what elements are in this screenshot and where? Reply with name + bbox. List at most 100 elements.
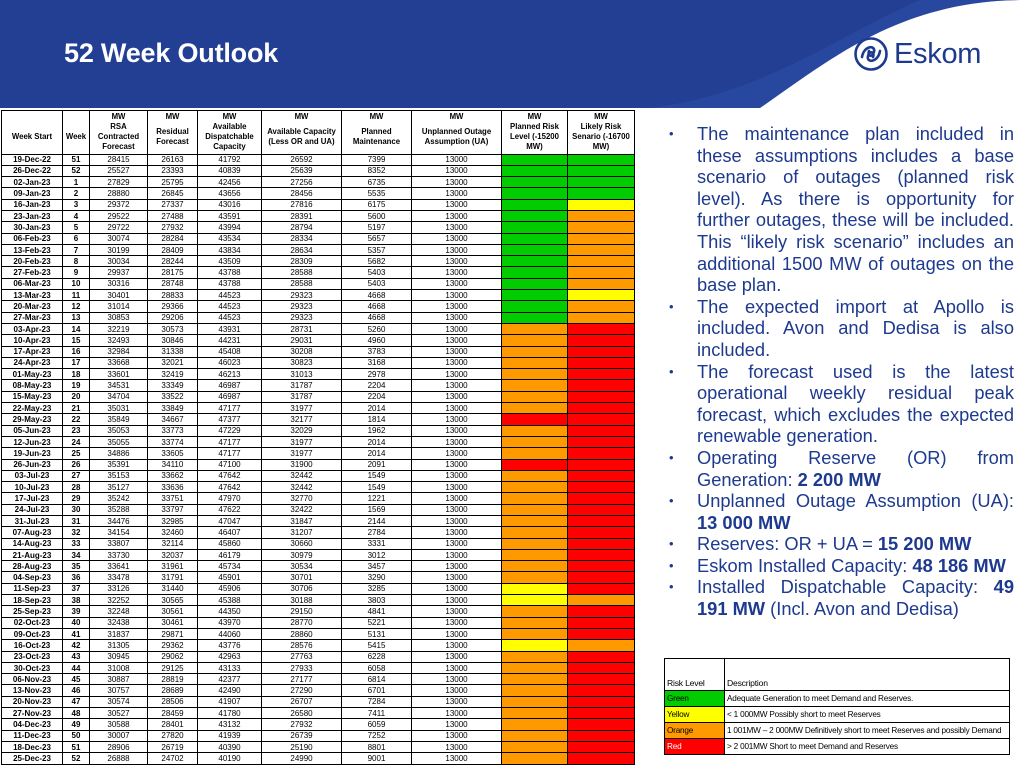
unit-header bbox=[62, 110, 90, 121]
value-cell: 13000 bbox=[411, 176, 502, 189]
value-cell: 33636 bbox=[147, 481, 198, 494]
value-cell: 13000 bbox=[411, 469, 502, 483]
value-cell: 5403 bbox=[341, 277, 412, 291]
table-row: 18-Dec-23 51 28906 26719 40390 25190 8801 13000 bbox=[1, 740, 635, 754]
value-cell: 33668 bbox=[89, 356, 148, 370]
value-cell: 29031 bbox=[261, 334, 342, 347]
value-cell: 30188 bbox=[261, 594, 342, 607]
value-cell: 13000 bbox=[411, 582, 502, 596]
value-cell: 35055 bbox=[89, 435, 148, 449]
value-cell: 2091 bbox=[341, 458, 412, 471]
planned-risk-cell bbox=[501, 221, 568, 234]
planned-risk-cell bbox=[501, 300, 568, 313]
table-row: 13-Feb-23 7 30199 28409 43834 28634 5357 13000 bbox=[1, 243, 635, 257]
value-cell: 47177 bbox=[197, 447, 262, 460]
value-cell: 13000 bbox=[411, 616, 502, 629]
value-cell: 29062 bbox=[147, 650, 198, 663]
value-cell: 2204 bbox=[341, 390, 412, 404]
unit-header: MW bbox=[411, 110, 502, 121]
value-cell: 45388 bbox=[197, 594, 262, 607]
table-row: 15-May-23 20 34704 33522 46987 31787 2204 13000 bbox=[1, 390, 635, 404]
value-cell: 26580 bbox=[261, 707, 342, 720]
table-row: 27-Nov-23 48 30527 28459 41780 26580 7411 13000 bbox=[1, 707, 635, 720]
planned-risk-cell bbox=[501, 673, 568, 686]
value-cell: 47970 bbox=[197, 492, 262, 505]
value-cell: 40190 bbox=[197, 752, 262, 765]
value-cell: 29366 bbox=[147, 300, 198, 313]
week-cell: 13 bbox=[62, 311, 90, 324]
week-start-cell: 25-Dec-23 bbox=[1, 752, 63, 765]
likely-risk-cell bbox=[567, 187, 635, 200]
value-cell: 13000 bbox=[411, 300, 502, 313]
value-cell: 3457 bbox=[341, 560, 412, 573]
likely-risk-cell bbox=[567, 447, 635, 460]
value-cell: 30887 bbox=[89, 673, 148, 686]
value-cell: 28833 bbox=[147, 289, 198, 302]
week-start-cell: 18-Sep-23 bbox=[1, 594, 63, 607]
likely-risk-cell bbox=[567, 537, 635, 550]
value-cell: 32252 bbox=[89, 594, 148, 607]
value-cell: 28309 bbox=[261, 255, 342, 268]
planned-risk-cell bbox=[501, 594, 568, 607]
legend-body: Risk Level Description Green Adequate Gener… bbox=[664, 658, 1010, 755]
value-cell: 30199 bbox=[89, 243, 148, 257]
value-cell: 30074 bbox=[89, 232, 148, 245]
legend-description: 1 001MW – 2 000MW Definitively short to … bbox=[724, 722, 1010, 739]
legend-header-row: Risk Level Description bbox=[664, 658, 1010, 691]
value-cell: 5197 bbox=[341, 221, 412, 234]
legend-description: > 2 001MW Short to meet Demand and Reser… bbox=[724, 738, 1010, 755]
week-start-cell: 02-Oct-23 bbox=[1, 616, 63, 629]
value-cell: 32442 bbox=[261, 469, 342, 483]
planned-risk-cell bbox=[501, 582, 568, 596]
bullet-text: Installed Dispatchable Capacity: bbox=[697, 576, 994, 598]
value-cell: 28880 bbox=[89, 187, 148, 200]
column-header: Available Dispatchable Capacity bbox=[197, 121, 262, 155]
likely-risk-cell bbox=[567, 255, 635, 268]
value-cell: 25190 bbox=[261, 740, 342, 754]
value-cell: 30757 bbox=[89, 684, 148, 697]
value-cell: 34886 bbox=[89, 447, 148, 460]
value-cell: 24990 bbox=[261, 752, 342, 765]
value-cell: 2014 bbox=[341, 435, 412, 449]
unit-header: MW bbox=[341, 110, 412, 121]
table-row: 23-Oct-23 43 30945 29062 42963 27763 6228 13000 bbox=[1, 650, 635, 663]
week-start-cell: 08-May-23 bbox=[1, 379, 63, 392]
table-row: 04-Sep-23 36 33478 31791 45901 30701 3290 13000 bbox=[1, 571, 635, 584]
week-cell: 11 bbox=[62, 289, 90, 302]
likely-risk-cell bbox=[567, 661, 635, 675]
week-cell: 12 bbox=[62, 300, 90, 313]
value-cell: 35127 bbox=[89, 481, 148, 494]
week-cell: 52 bbox=[62, 164, 90, 178]
legend-level: Orange bbox=[664, 722, 725, 739]
value-cell: 13000 bbox=[411, 684, 502, 697]
week-cell: 22 bbox=[62, 413, 90, 426]
value-cell: 5600 bbox=[341, 209, 412, 223]
value-cell: 33730 bbox=[89, 548, 148, 562]
table-row: 25-Dec-23 52 26888 24702 40190 24990 9001 13000 bbox=[1, 752, 635, 765]
likely-risk-cell bbox=[567, 571, 635, 584]
value-cell: 30401 bbox=[89, 289, 148, 302]
value-cell: 29871 bbox=[147, 627, 198, 641]
planned-risk-cell bbox=[501, 492, 568, 505]
likely-risk-cell bbox=[567, 740, 635, 754]
value-cell: 32422 bbox=[261, 503, 342, 517]
week-start-cell: 20-Nov-23 bbox=[1, 695, 63, 709]
week-start-cell: 22-May-23 bbox=[1, 402, 63, 415]
likely-risk-cell bbox=[567, 627, 635, 641]
column-header: Available Capacity (Less OR and UA) bbox=[261, 121, 342, 155]
week-cell: 5 bbox=[62, 221, 90, 234]
planned-risk-cell bbox=[501, 571, 568, 584]
week-start-cell: 19-Jun-23 bbox=[1, 447, 63, 460]
likely-risk-cell bbox=[567, 209, 635, 223]
week-cell: 4 bbox=[62, 209, 90, 223]
likely-risk-cell bbox=[567, 718, 635, 731]
header-row: Week Start Week RSA Contracted Forecast Res… bbox=[1, 121, 635, 155]
value-cell: 28175 bbox=[147, 266, 198, 279]
week-cell: 40 bbox=[62, 616, 90, 629]
week-cell: 28 bbox=[62, 481, 90, 494]
week-start-cell: 24-Apr-23 bbox=[1, 356, 63, 370]
value-cell: 3012 bbox=[341, 548, 412, 562]
bullet-list: • The maintenance plan included in these … bbox=[664, 123, 1014, 620]
bullet-text: The forecast used is the latest operatio… bbox=[697, 360, 1014, 447]
week-start-cell: 23-Jan-23 bbox=[1, 209, 63, 223]
